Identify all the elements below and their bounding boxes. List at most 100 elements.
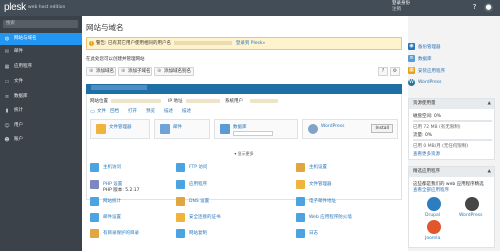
help-icon[interactable]: ? [378,67,388,76]
sidebar-item-websites[interactable]: ◍ 网站与域名 [0,33,82,45]
tool-link[interactable]: 电子邮件地址 [309,198,336,204]
tool-icon [176,163,185,172]
domain-name[interactable] [91,84,161,94]
card-wordpress[interactable]: WordPress Install [302,119,398,139]
tool-icon [296,213,305,222]
sidebar-item-databases[interactable]: ≡ 数据库 [0,91,82,103]
edition-label: web host edition [28,5,66,10]
user-menu[interactable]: 登录身份 注销 [392,1,462,13]
context-text: 在此处您可以创建并管理网站 [86,57,145,62]
app-label-drupal[interactable]: Drupal [425,213,440,218]
domain-link-files[interactable]: ▭ 文件 [90,108,106,115]
app-label-joomla[interactable]: Joomla [425,236,440,241]
tool-link[interactable]: 网站统计 [103,198,121,204]
chevron-up-icon: ▲ [487,169,491,174]
tool-icon [296,163,305,172]
resource-usage-header[interactable]: 资源使用量 ▲ [409,99,494,109]
settings-icon[interactable]: ⚙ [390,67,400,76]
sidebar-item-stats[interactable]: ▮ 统计 [0,105,82,117]
sidebar-item-apps[interactable]: ▦ 应用程序 [0,61,82,73]
sidebar-search-input[interactable]: 搜索 [3,20,78,28]
domain-link-open[interactable]: 打开 [128,108,137,114]
stats-icon: ▮ [5,108,9,114]
card-mail[interactable]: 邮件 [154,119,210,139]
warning-notice: ! 警告: 已有其它用户使用相同的用户名 登录到 Plesk» [86,37,402,50]
tool-link[interactable]: 有目录保护的目录 [103,230,139,236]
domain-link-restore[interactable]: 回档 [110,108,119,114]
account-icon: ☻ [4,137,10,143]
wordpress-icon[interactable] [465,197,479,211]
database-select[interactable] [233,131,273,136]
redacted-domain [91,85,147,90]
sidebar-item-users[interactable]: ☺ 用户 [0,120,82,132]
right-link-wordpress[interactable]: WordPress [418,80,441,85]
tool-link[interactable]: DNS 设置 [189,198,209,204]
view-more-resources-link[interactable]: 查看更多资源 [413,151,440,157]
folder-icon [96,124,106,134]
tool-link[interactable]: 日志 [309,230,318,236]
add-icon: ⊕ [121,68,126,74]
tool-link[interactable]: 文件管理器 [309,181,332,187]
show-more-toggle[interactable]: ▾ 显示更多 [86,151,402,157]
featured-apps-header[interactable]: 精选应用程序 ▲ [409,167,494,177]
card-databases[interactable]: 数据库 [214,119,298,139]
disk-usage-label: 磁盘空间: 0% [413,114,442,119]
redacted-username [174,41,233,45]
folder-icon: ▭ [90,109,95,115]
tool-link[interactable]: Web 应用程序防火墙 [309,214,352,220]
app-label-wordpress[interactable]: WordPress [459,213,482,218]
wordpress-icon [308,124,318,134]
joomla-icon[interactable] [427,220,441,234]
login-plesk-link[interactable]: 登录到 Plesk» [236,41,265,46]
disk-usage-detail: 已用 72 MB (有无限制) [413,125,461,130]
tool-icon [90,180,99,189]
profile-icon[interactable]: ● [484,3,493,12]
tool-link[interactable]: 应用程序 [189,181,207,187]
help-icon[interactable]: ? [470,3,479,12]
apps-icon: ▦ [4,64,10,70]
tool-link[interactable]: 主机设置 [309,164,327,170]
ip-address-label: IP 地址 [168,99,183,104]
plesk-logo[interactable]: plesk [4,2,26,13]
tool-link[interactable]: 邮件设置 [103,214,121,220]
tool-icon [90,213,99,222]
sidebar-item-mail[interactable]: ✉ 邮件 [0,46,82,58]
add-domain-button[interactable]: ⊕ 添加域名 [86,67,116,76]
disk-usage-bar [413,120,492,122]
add-subdomain-button[interactable]: ⊕ 添加子域名 [118,67,152,76]
wordpress-icon: W [408,79,415,86]
sidebar-item-files[interactable]: ▭ 文件 [0,76,82,88]
right-link-databases[interactable]: 数据库 [418,56,432,62]
domain-link-description-2[interactable]: 描述 [182,108,191,114]
mail-icon [160,124,170,134]
wordpress-install-button[interactable]: Install [371,124,393,133]
see-all-apps-link[interactable]: 查看全部应用程序 [413,187,449,193]
tool-link[interactable]: 网站复制 [189,230,207,236]
page-title: 网站与域名 [86,23,124,32]
chevron-up-icon: ▲ [487,101,491,106]
domain-link-preview[interactable]: 预览 [146,108,155,114]
users-icon: ☺ [4,123,10,129]
tool-icon [296,229,305,238]
right-link-backup[interactable]: 备份管理器 [418,44,441,50]
logout-link[interactable]: 注销 [392,7,462,13]
domain-link-description[interactable]: 描述 [164,108,173,114]
domain-header-bar[interactable] [86,84,402,94]
drupal-icon[interactable] [427,197,441,211]
sidebar-item-account[interactable]: ☻ 账户 [0,134,82,146]
redacted-system-user [250,99,278,103]
tool-link[interactable]: 主机访问 [103,164,121,170]
backup-icon: ◉ [408,43,415,50]
add-alias-button[interactable]: ⊕ 添加域名别名 [154,67,194,76]
database-icon: ≡ [4,94,10,100]
right-link-install-apps[interactable]: 安装应用程序 [418,68,445,74]
traffic-usage-detail: 已用 0 MB/月 (无任何限制) [413,144,469,149]
database-icon: ≡ [408,55,415,62]
sidebar: 搜索 ◍ 网站与域名 ✉ 邮件 ▦ 应用程序 ▭ 文件 ≡ 数据库 ▮ 统计 ☺ 用户 ☻ 账户 [0,16,82,251]
tool-icon [176,229,185,238]
system-user-label: 系统用户 [225,99,243,104]
site-location-label: 网站位置 [90,99,108,104]
tool-link[interactable]: FTP 访问 [189,164,207,170]
card-file-manager[interactable]: 文件管理器 [90,119,150,139]
tool-link[interactable]: 安全连接的证书 [189,214,221,220]
